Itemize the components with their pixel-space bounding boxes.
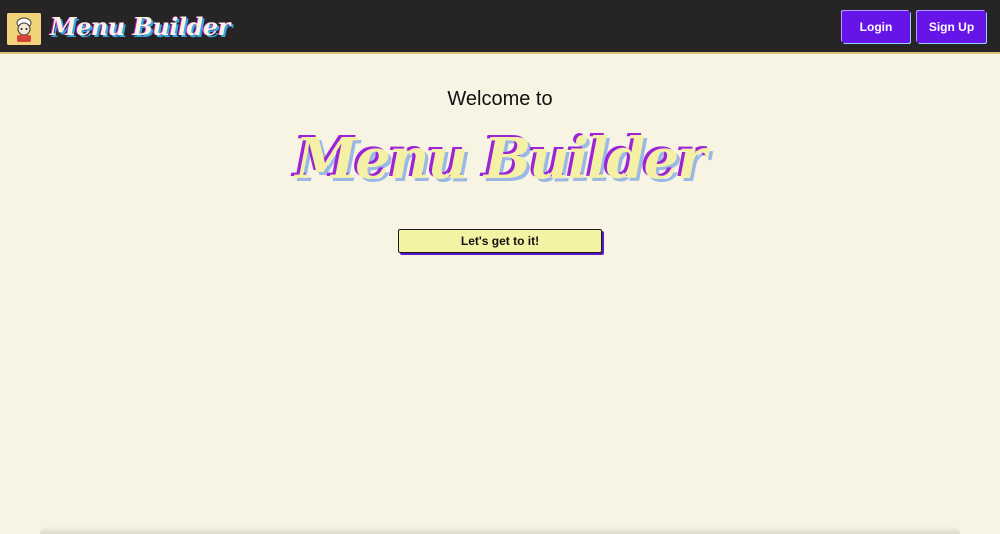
login-button[interactable]: Login <box>842 11 910 43</box>
brand-logo-text[interactable]: Menu Builder <box>50 11 230 43</box>
navbar: Menu Builder Login Sign Up <box>0 0 1000 54</box>
get-started-button[interactable]: Let's get to it! <box>398 229 602 253</box>
chef-avatar-icon[interactable] <box>7 13 41 45</box>
welcome-heading: Welcome to <box>447 88 553 110</box>
hero-title: Menu Builder <box>295 126 706 192</box>
page-bottom-shadow <box>40 526 960 534</box>
signup-button[interactable]: Sign Up <box>917 11 986 43</box>
